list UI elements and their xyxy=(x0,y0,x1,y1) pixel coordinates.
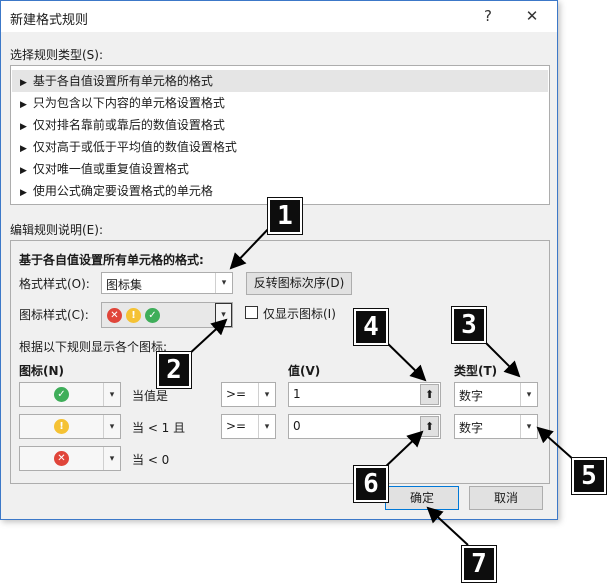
callout-5-arrow xyxy=(536,426,575,461)
callout-2-arrow xyxy=(187,318,228,356)
callout-3: 3 xyxy=(451,306,487,344)
callout-5: 5 xyxy=(571,457,607,495)
annotation-arrows xyxy=(187,224,575,546)
callout-7-arrow xyxy=(426,506,469,546)
callout-4: 4 xyxy=(353,308,389,346)
callout-4-arrow xyxy=(381,337,427,382)
callout-2: 2 xyxy=(156,351,192,389)
callout-1-arrow xyxy=(229,224,273,270)
callout-6: 6 xyxy=(353,465,389,503)
callout-6-arrow xyxy=(381,430,424,471)
callout-7: 7 xyxy=(461,545,497,583)
callout-1: 1 xyxy=(267,197,303,235)
